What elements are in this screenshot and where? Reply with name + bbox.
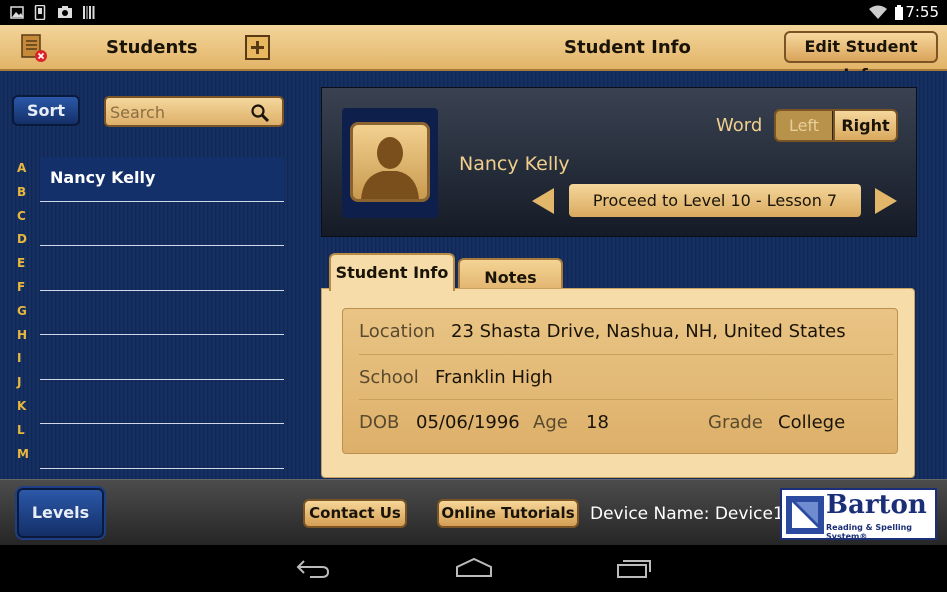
edit-student-info-button[interactable]: Edit Student Info (784, 31, 938, 84)
tab-student-info[interactable]: Student Info (329, 253, 455, 291)
gallery-icon (10, 6, 24, 19)
logo-title: Barton (826, 490, 927, 520)
online-tutorials-button[interactable]: Online Tutorials (437, 499, 579, 528)
app-header: Students Student Info Edit Student Info (0, 25, 947, 84)
level-progress-label: Proceed to Level 10 - Lesson 7 (569, 184, 861, 217)
avatar-frame (342, 108, 438, 218)
search-box (104, 96, 284, 127)
levels-button[interactable]: Levels (17, 488, 104, 538)
alpha-letter[interactable]: F (17, 280, 33, 304)
info-card: Location 23 Shasta Drive, Nashua, NH, Un… (321, 288, 915, 478)
age-value: 18 (586, 412, 609, 433)
clock: 7:55 (905, 3, 939, 21)
alpha-letter[interactable]: D (17, 232, 33, 256)
battery-icon (895, 5, 903, 20)
previous-lesson-arrow-icon[interactable] (532, 188, 554, 214)
alpha-letter[interactable]: E (17, 256, 33, 280)
alpha-letter[interactable]: M (17, 447, 33, 471)
school-label: School (359, 367, 419, 388)
status-bar: 7:55 (0, 0, 947, 25)
list-item[interactable] (40, 246, 284, 291)
alphabet-index[interactable]: A B C D E F G H I J K L M (17, 161, 33, 470)
alpha-letter[interactable]: J (17, 375, 33, 399)
location-row: Location 23 Shasta Drive, Nashua, NH, Un… (359, 309, 893, 354)
contact-us-button[interactable]: Contact Us (303, 499, 407, 528)
back-icon[interactable] (296, 557, 332, 579)
student-info-panel: Nancy Kelly Word Left Right Proceed to L… (292, 71, 947, 479)
word-side-toggle: Left Right (774, 109, 898, 142)
alpha-letter[interactable]: G (17, 304, 33, 328)
search-input[interactable] (110, 102, 244, 122)
grade-label: Grade (708, 412, 763, 433)
sort-button[interactable]: Sort (12, 95, 80, 126)
location-label: Location (359, 321, 436, 342)
dob-label: DOB (359, 412, 400, 433)
location-value: 23 Shasta Drive, Nashua, NH, United Stat… (451, 321, 846, 342)
list-item[interactable] (40, 202, 284, 246)
phone-icon (34, 5, 46, 20)
student-sidebar: Sort A B C D E F G H I J K L M Nancy Kel… (0, 71, 292, 479)
student-info-title: Student Info (564, 37, 691, 58)
alpha-letter[interactable]: I (17, 351, 33, 375)
avatar[interactable] (350, 122, 430, 202)
grade-value: College (778, 412, 846, 433)
list-item[interactable] (40, 380, 284, 424)
alpha-letter[interactable]: H (17, 328, 33, 352)
alpha-letter[interactable]: K (17, 399, 33, 423)
footer-bar: Levels Contact Us Online Tutorials Devic… (0, 479, 947, 545)
search-icon[interactable] (250, 103, 270, 123)
notebook-delete-icon[interactable] (20, 33, 48, 63)
next-lesson-arrow-icon[interactable] (875, 188, 897, 214)
students-title: Students (106, 37, 198, 58)
list-item[interactable]: Nancy Kelly (40, 157, 284, 202)
dob-row: DOB 05/06/1996 Age 18 Grade College (359, 399, 893, 444)
logo-subtitle: Reading & Spelling System® (826, 523, 912, 541)
barcode-icon (83, 6, 95, 19)
alpha-letter[interactable]: A (17, 161, 33, 185)
alpha-letter[interactable]: L (17, 423, 33, 447)
word-right-option[interactable]: Right (833, 111, 896, 140)
camera-icon (58, 6, 72, 18)
alpha-letter[interactable]: C (17, 209, 33, 233)
student-name: Nancy Kelly (459, 153, 570, 175)
age-label: Age (533, 412, 568, 433)
list-item[interactable] (40, 291, 284, 335)
list-item[interactable] (40, 335, 284, 380)
list-item[interactable] (40, 424, 284, 469)
word-label: Word (716, 115, 763, 136)
student-list: Nancy Kelly (40, 157, 284, 513)
wifi-icon (869, 5, 887, 19)
school-value: Franklin High (435, 367, 553, 388)
barton-logo: Barton Reading & Spelling System® (780, 488, 937, 541)
word-left-option[interactable]: Left (776, 111, 832, 140)
home-icon[interactable] (455, 557, 493, 579)
school-row: School Franklin High (359, 354, 893, 399)
barton-logo-mark-icon (786, 496, 824, 534)
recent-apps-icon[interactable] (616, 557, 652, 579)
dob-value: 05/06/1996 (416, 412, 520, 433)
person-silhouette-icon (361, 137, 419, 199)
android-nav-bar (0, 545, 947, 592)
info-details: Location 23 Shasta Drive, Nashua, NH, Un… (342, 308, 898, 454)
device-name-label: Device Name: Device1 (590, 504, 784, 524)
alpha-letter[interactable]: B (17, 185, 33, 209)
add-student-icon[interactable] (244, 34, 272, 62)
profile-card: Nancy Kelly Word Left Right Proceed to L… (321, 87, 917, 237)
student-name-item: Nancy Kelly (50, 168, 156, 187)
